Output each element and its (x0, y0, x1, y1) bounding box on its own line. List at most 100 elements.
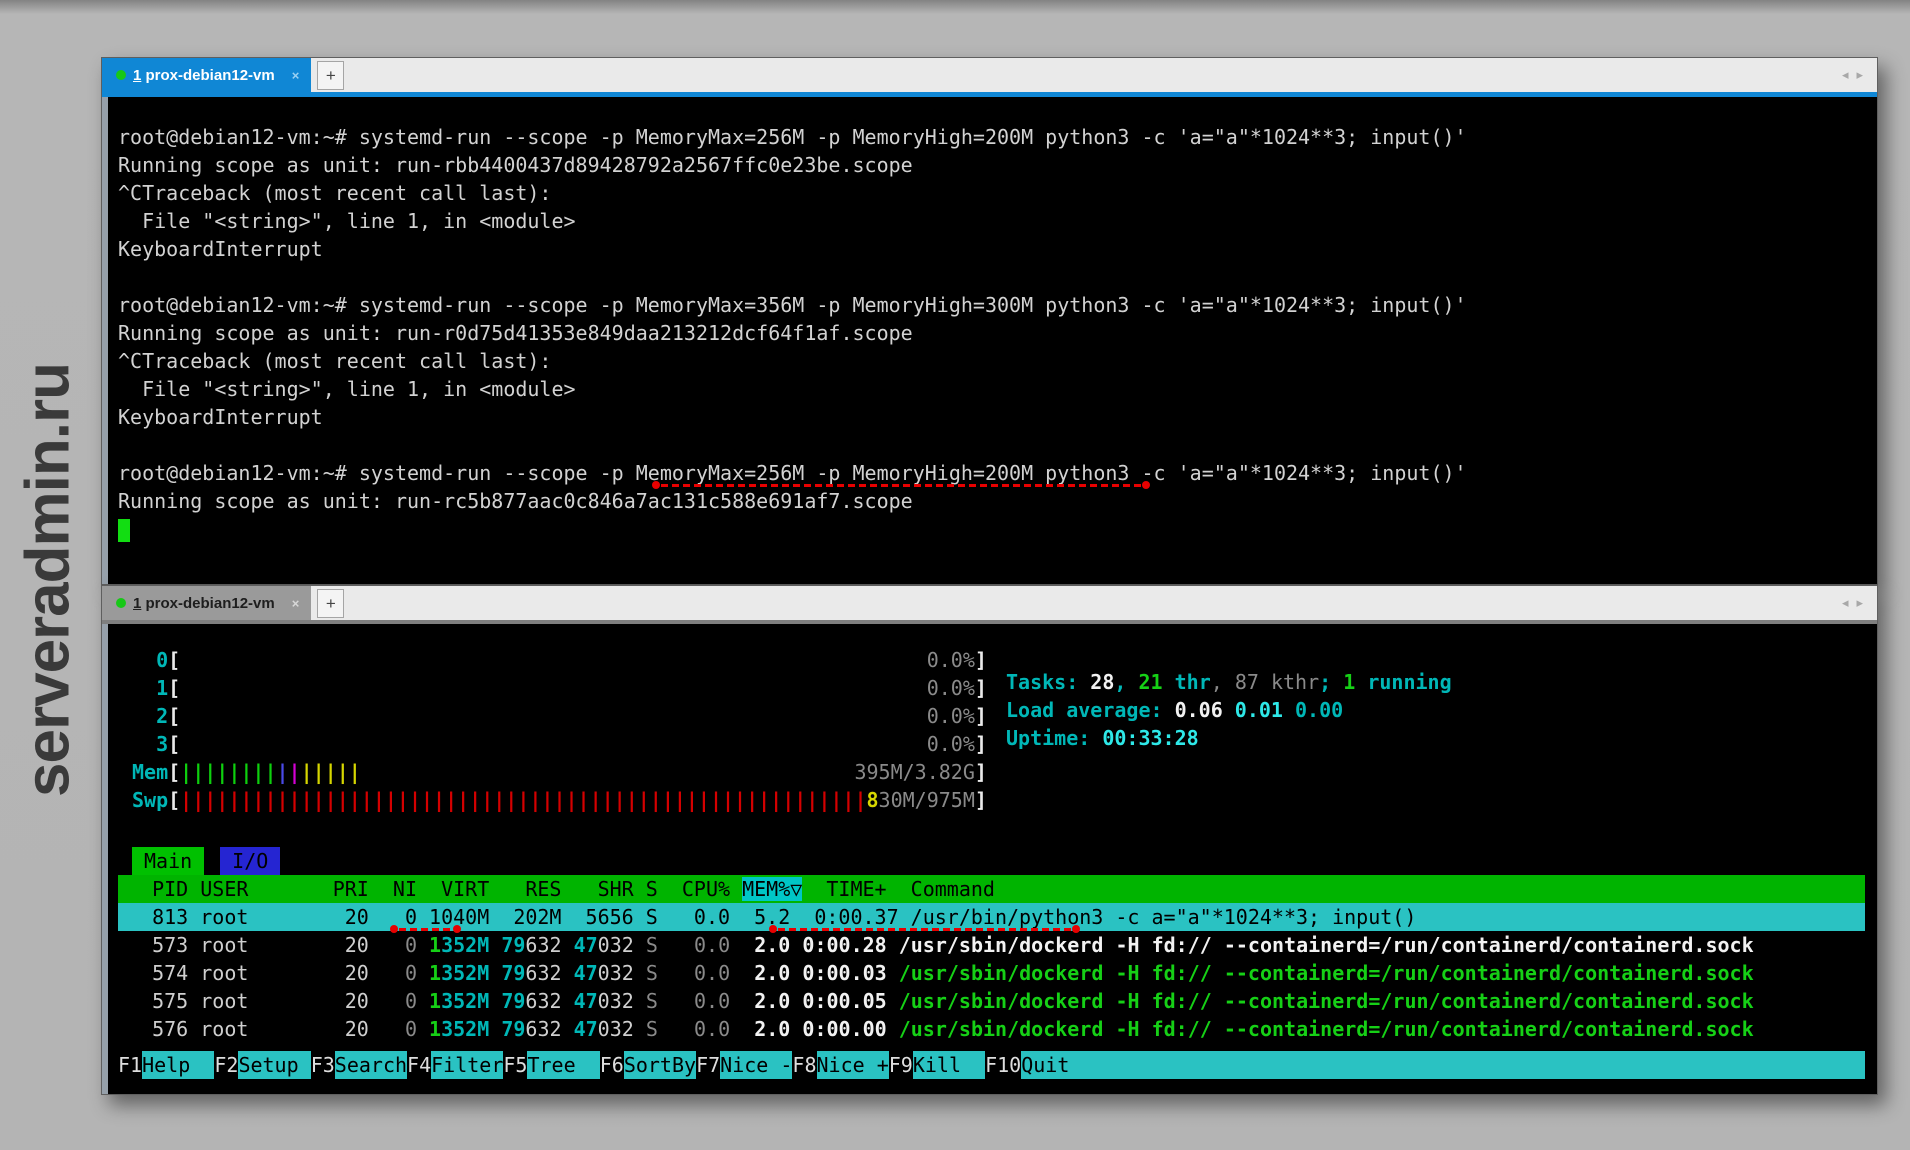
session-status-dot (116, 70, 126, 80)
fkey-f8[interactable]: F8 (792, 1051, 816, 1079)
terminal-line: root@debian12-vm:~# systemd-run --scope … (118, 291, 1865, 319)
cell-segment: 1 (429, 933, 441, 957)
text-segment: 0.01 (1235, 698, 1295, 722)
fkey-label-sortby[interactable]: SortBy (624, 1051, 696, 1079)
fkey-f2[interactable]: F2 (214, 1051, 238, 1079)
meter-label: 2 (132, 704, 168, 728)
process-row-selected[interactable]: 813 root 20 0 1040M 202M 5656 S 0.0 5.2 … (118, 903, 1865, 931)
fkey-f3[interactable]: F3 (311, 1051, 335, 1079)
cell-segment (489, 961, 501, 985)
terminal-cursor-line (118, 515, 1865, 543)
scroll-left-icon[interactable]: ◂ (1842, 595, 1849, 611)
fkey-f6[interactable]: F6 (600, 1051, 624, 1079)
fkey-label-nice[interactable]: Nice + (817, 1051, 889, 1079)
cell-segment: 2.0 (730, 933, 790, 957)
meter-row: 0[0.0%] (132, 646, 1865, 674)
scroll-left-icon[interactable]: ◂ (1842, 67, 1849, 83)
terminal-line: KeyboardInterrupt (118, 235, 1865, 263)
meter-value: 830M/975M (867, 786, 975, 814)
scroll-right-icon[interactable]: ▸ (1856, 595, 1863, 611)
tab-scroll-arrows[interactable]: ◂ ▸ (1842, 58, 1863, 92)
meter-value: 0.0% (927, 674, 975, 702)
text-segment: thr (1163, 670, 1211, 694)
process-row[interactable]: 576 root 20 0 1352M 79632 47032 S 0.0 2.… (118, 1015, 1865, 1043)
text-segment: , (1114, 670, 1138, 694)
terminal-window-bottom: 1 prox-debian12-vm × + ◂ ▸ 0[0.0%] 1[0.0… (101, 585, 1878, 1095)
terminal-window-top: 1 prox-debian12-vm × + ◂ ▸ root@debian12… (101, 57, 1878, 585)
cell-segment: 0 (369, 1017, 417, 1041)
fkey-label-quit[interactable]: Quit (1021, 1051, 1865, 1079)
process-table-header[interactable]: PID USER PRI NI VIRT RES SHR S CPU% MEM%… (118, 875, 1865, 903)
terminal-output-top[interactable]: root@debian12-vm:~# systemd-run --scope … (102, 97, 1877, 584)
fkey-label-kill[interactable]: Kill (913, 1051, 985, 1079)
close-icon[interactable]: × (292, 68, 300, 83)
cell-segment: 47 (574, 989, 598, 1013)
fkey-f1[interactable]: F1 (118, 1051, 142, 1079)
cell-segment: 0:00.05 (790, 989, 886, 1013)
text-segment: 87 kthr (1235, 670, 1319, 694)
terminal-line: KeyboardInterrupt (118, 403, 1865, 431)
cell-segment: 1 (429, 989, 441, 1013)
watermark: serveradmin.ru (4, 290, 92, 870)
htop-tab-io[interactable]: I/O (220, 847, 280, 875)
fkey-label-filter[interactable]: Filter (431, 1051, 503, 1079)
meter-value: 0.0% (927, 646, 975, 674)
fkey-f10[interactable]: F10 (985, 1051, 1021, 1079)
cell-segment (417, 933, 429, 957)
text-segment: Load average: (1006, 698, 1175, 722)
cell-segment: 1 (429, 961, 441, 985)
meter-zone: |||||||||||||||395M/3.82G (180, 758, 975, 786)
cell-segment: 632 (525, 933, 561, 957)
close-icon[interactable]: × (292, 596, 300, 611)
process-row[interactable]: 574 root 20 0 1352M 79632 47032 S 0.0 2.… (118, 959, 1865, 987)
fkey-f5[interactable]: F5 (503, 1051, 527, 1079)
cell-segment: 0.0 (658, 933, 730, 957)
cell-segment: /usr/sbin/dockerd -H fd:// --containerd=… (887, 989, 1754, 1013)
cell-segment: S (634, 961, 658, 985)
terminal-line: Running scope as unit: run-r0d75d41353e8… (118, 319, 1865, 347)
summary-line: Uptime: 00:33:28 (1006, 724, 1452, 752)
process-row[interactable]: 573 root 20 0 1352M 79632 47032 S 0.0 2.… (118, 931, 1865, 959)
cell-segment: 47 (574, 1017, 598, 1041)
process-row[interactable]: 575 root 20 0 1352M 79632 47032 S 0.0 2.… (118, 987, 1865, 1015)
session-status-dot (116, 598, 126, 608)
cell-segment (562, 961, 574, 985)
fkey-f9[interactable]: F9 (889, 1051, 913, 1079)
terminal-line: root@debian12-vm:~# systemd-run --scope … (118, 459, 1865, 487)
meter-bracket: [ (168, 676, 180, 700)
fkey-label-help[interactable]: Help (142, 1051, 214, 1079)
cell-segment: 79 (501, 1017, 525, 1041)
meter-row: Swp[||||||||||||||||||||||||||||||||||||… (132, 786, 1865, 814)
cell-segment: 032 (598, 961, 634, 985)
tab-scroll-arrows[interactable]: ◂ ▸ (1842, 586, 1863, 620)
tab-prox-debian12-vm[interactable]: 1 prox-debian12-vm × (102, 58, 311, 92)
scroll-right-icon[interactable]: ▸ (1856, 67, 1863, 83)
text-segment: 21 (1138, 670, 1162, 694)
column-header-group[interactable]: MEM%▽ (742, 877, 802, 901)
new-tab-button[interactable]: + (317, 61, 344, 90)
fkey-label-search[interactable]: Search (335, 1051, 407, 1079)
new-tab-button[interactable]: + (317, 589, 344, 618)
cell-segment: /usr/sbin/dockerd -H fd:// --containerd=… (887, 933, 1754, 957)
fkey-f4[interactable]: F4 (407, 1051, 431, 1079)
annotation-dash-process (778, 928, 1072, 931)
cell-segment: 0 (369, 961, 417, 985)
text-segment: running (1355, 670, 1451, 694)
fkey-label-nice[interactable]: Nice - (720, 1051, 792, 1079)
fkey-f7[interactable]: F7 (696, 1051, 720, 1079)
fkey-label-tree[interactable]: Tree (527, 1051, 599, 1079)
terminal-output-bottom[interactable]: 0[0.0%] 1[0.0%] 2[0.0%] 3[0.0%]Mem[|||||… (102, 624, 1877, 1094)
terminal-lines: root@debian12-vm:~# systemd-run --scope … (118, 123, 1865, 543)
terminal-line (118, 263, 1865, 291)
htop-tab-main[interactable]: Main (132, 847, 204, 875)
meter-value-part: 0.0% (927, 676, 975, 700)
tab-prox-debian12-vm-2[interactable]: 1 prox-debian12-vm × (102, 586, 311, 620)
column-header-group[interactable]: TIME+ Command (802, 877, 995, 901)
cell-segment (562, 933, 574, 957)
cell-segment (562, 989, 574, 1013)
meter-label: 3 (132, 732, 168, 756)
fkey-label-setup[interactable]: Setup (238, 1051, 310, 1079)
meter-bar-segment: ||||||||||||||||||||||||||||||||||||||||… (180, 788, 866, 812)
column-header-group[interactable]: PID USER PRI NI VIRT RES SHR S CPU% (128, 877, 742, 901)
meter-label: 1 (132, 676, 168, 700)
